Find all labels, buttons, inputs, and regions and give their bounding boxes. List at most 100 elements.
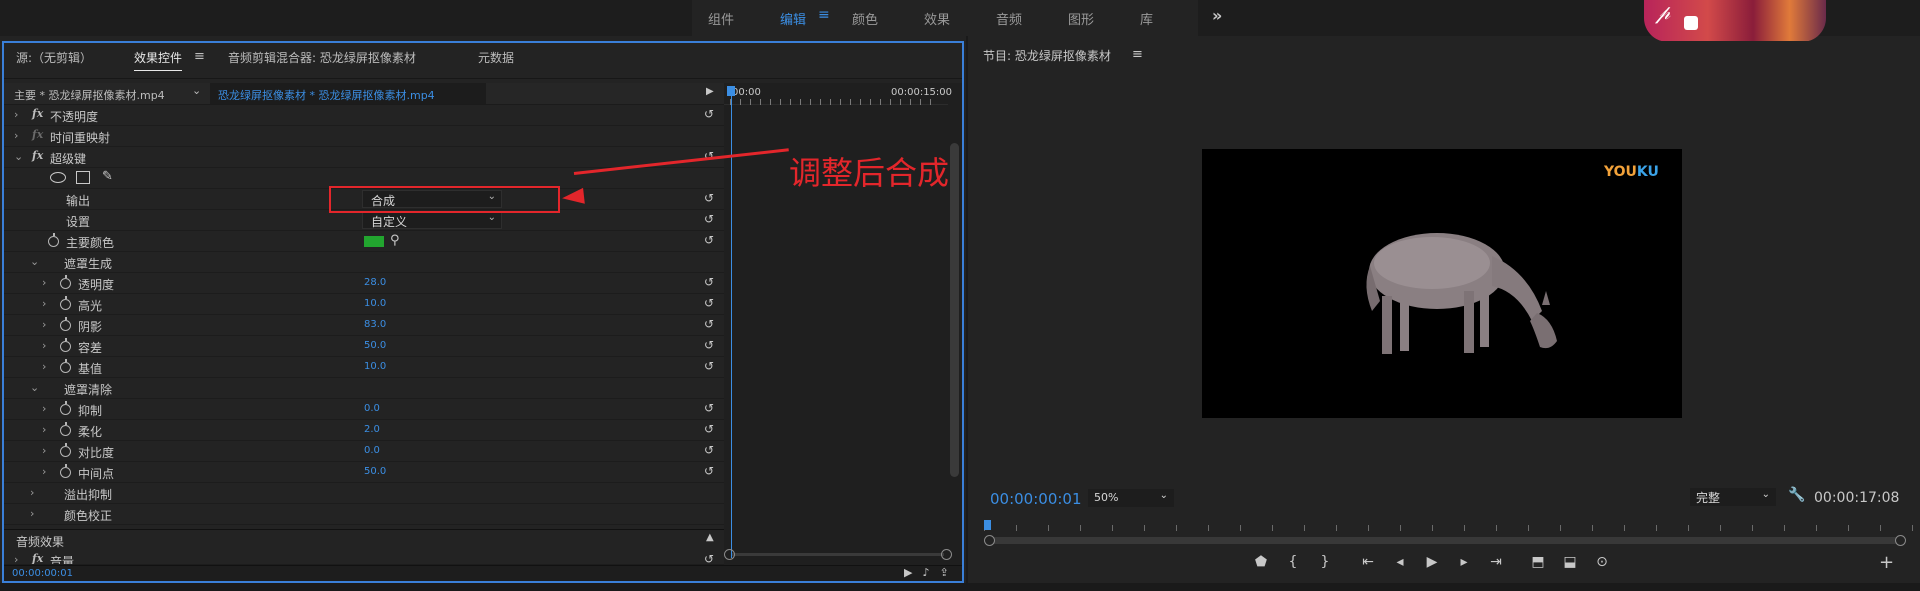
effect-row-volume[interactable]: › fx 音量 ↺ — [4, 550, 724, 565]
tab-source[interactable]: 源:（无剪辑） — [16, 49, 92, 66]
property-value[interactable]: 28.0 — [364, 277, 386, 288]
extract-icon[interactable]: ⬓ — [1560, 554, 1580, 570]
property-value[interactable]: 10.0 — [364, 298, 386, 309]
effect-row-time-remapping[interactable]: › fx 时间重映射 — [4, 126, 724, 147]
property-value[interactable]: 2.0 — [364, 424, 380, 435]
reset-icon[interactable]: ↺ — [704, 191, 714, 205]
effect-row-ultra-key[interactable]: ⌄ fx 超级键 ↺ — [4, 147, 724, 168]
chevron-down-icon[interactable]: ⌄ — [30, 381, 39, 394]
step-back-icon[interactable]: ◂ — [1390, 554, 1410, 570]
resolution-dropdown[interactable]: 完整 ⌄ — [1690, 488, 1776, 506]
property-value[interactable]: 83.0 — [364, 319, 386, 330]
sequence-clip-label[interactable]: 恐龙绿屏抠像素材 * 恐龙绿屏抠像素材.mp4 — [210, 83, 486, 104]
property-value[interactable]: 0.0 — [364, 403, 380, 414]
chevron-right-icon[interactable]: › — [42, 360, 46, 373]
reset-icon[interactable]: ↺ — [704, 317, 714, 331]
workspace-tab-libraries[interactable]: 库 — [1140, 9, 1153, 28]
mark-out-icon[interactable]: } — [1315, 554, 1335, 570]
group-matte-generation[interactable]: ⌄ 遮罩生成 — [4, 252, 724, 273]
panel-title[interactable]: 节目: 恐龙绿屏抠像素材 — [983, 47, 1111, 64]
avatar[interactable]: 𝓅 — [1644, 0, 1826, 42]
fx-icon[interactable]: fx — [32, 107, 43, 120]
reset-icon[interactable]: ↺ — [704, 464, 714, 478]
key-color-swatch[interactable] — [364, 236, 384, 247]
go-to-in-icon[interactable]: ⇤ — [1358, 554, 1378, 570]
pen-mask-icon[interactable]: ✎ — [102, 169, 113, 184]
zoom-dropdown[interactable]: 50% ⌄ — [1088, 489, 1174, 507]
group-color-correction[interactable]: › 颜色校正 — [4, 504, 724, 525]
chevron-right-icon[interactable]: › — [14, 553, 18, 564]
group-spill-suppression[interactable]: › 溢出抑制 — [4, 483, 724, 504]
property-value[interactable]: 50.0 — [364, 340, 386, 351]
stopwatch-icon[interactable] — [60, 296, 71, 310]
ellipse-mask-icon[interactable] — [50, 172, 66, 183]
chevron-right-icon[interactable]: › — [42, 318, 46, 331]
chevron-right-icon[interactable]: › — [30, 507, 34, 520]
workspace-tab-effects[interactable]: 效果 — [924, 9, 950, 28]
tab-audio-clip-mixer[interactable]: 音频剪辑混合器: 恐龙绿屏抠像素材 — [228, 49, 416, 66]
fx-icon[interactable]: fx — [32, 552, 43, 564]
play-triangle-icon[interactable]: ▶ — [706, 86, 714, 97]
reset-icon[interactable]: ↺ — [704, 338, 714, 352]
reset-icon[interactable]: ↺ — [704, 359, 714, 373]
effect-controls-menu-icon[interactable]: ≡ — [194, 49, 205, 64]
chevron-right-icon[interactable]: › — [42, 339, 46, 352]
property-value[interactable]: 0.0 — [364, 445, 380, 456]
chevron-right-icon[interactable]: › — [30, 486, 34, 499]
chevron-right-icon[interactable]: › — [14, 108, 18, 121]
tab-effect-controls[interactable]: 效果控件 — [134, 49, 183, 71]
reset-icon[interactable]: ↺ — [704, 233, 714, 247]
stopwatch-icon[interactable] — [60, 338, 71, 352]
chevron-down-icon[interactable]: ⌄ — [192, 84, 201, 97]
stopwatch-icon[interactable] — [60, 359, 71, 373]
workspace-tab-graphics[interactable]: 图形 — [1068, 9, 1094, 28]
reset-icon[interactable]: ↺ — [704, 212, 714, 226]
chevron-right-icon[interactable]: › — [42, 276, 46, 289]
vertical-scrollbar[interactable] — [950, 143, 959, 477]
chevron-right-icon[interactable]: › — [14, 129, 18, 142]
add-marker-icon[interactable]: ⬟ — [1251, 554, 1271, 570]
current-timecode[interactable]: 00:00:00:01 — [12, 568, 73, 579]
audio-effects-header[interactable]: 音频效果 ▲ — [4, 529, 724, 550]
settings-wrench-icon[interactable]: 🔧 — [1788, 487, 1805, 503]
chevron-down-icon[interactable]: ⌄ — [14, 150, 23, 163]
reset-icon[interactable]: ↺ — [704, 107, 714, 121]
stopwatch-icon[interactable] — [60, 443, 71, 457]
group-matte-cleanup[interactable]: ⌄ 遮罩清除 — [4, 378, 724, 399]
export-frame-camera-icon[interactable]: ⊙ — [1592, 554, 1612, 570]
stopwatch-icon[interactable] — [60, 317, 71, 331]
program-time-ruler[interactable] — [984, 517, 1914, 533]
time-ruler[interactable]: 00:00 00:00:15:00 — [724, 83, 952, 105]
button-editor-plus-icon[interactable]: + — [1879, 552, 1894, 573]
property-value[interactable]: 50.0 — [364, 466, 386, 477]
stopwatch-icon[interactable] — [60, 422, 71, 436]
workspace-menu-icon[interactable]: ≡ — [818, 7, 830, 23]
chevron-right-icon[interactable]: › — [42, 423, 46, 436]
workspace-tab-color[interactable]: 颜色 — [852, 9, 878, 28]
zoom-scrollbar[interactable] — [724, 549, 952, 560]
collapse-triangle-icon[interactable]: ▲ — [706, 532, 714, 543]
rectangle-mask-icon[interactable] — [76, 171, 90, 184]
video-preview[interactable]: YOUKU — [1202, 149, 1682, 418]
step-forward-icon[interactable]: ▸ — [1454, 554, 1474, 570]
chevron-down-icon[interactable]: ⌄ — [30, 255, 39, 268]
eyedropper-icon[interactable]: ⚲ — [390, 233, 400, 248]
export-icons[interactable]: ▶♪⇪ — [904, 566, 959, 579]
play-icon[interactable]: ▶ — [1422, 554, 1442, 570]
reset-icon[interactable]: ↺ — [704, 401, 714, 415]
more-workspaces-icon[interactable]: » — [1212, 6, 1222, 25]
reset-icon[interactable]: ↺ — [704, 275, 714, 289]
playhead-timecode[interactable]: 00:00:00:01 — [990, 490, 1082, 508]
property-value[interactable]: 10.0 — [364, 361, 386, 372]
chevron-right-icon[interactable]: › — [42, 465, 46, 478]
reset-icon[interactable]: ↺ — [704, 296, 714, 310]
stopwatch-icon[interactable] — [60, 275, 71, 289]
reset-icon[interactable]: ↺ — [704, 552, 714, 564]
stopwatch-icon[interactable] — [48, 233, 59, 247]
go-to-out-icon[interactable]: ⇥ — [1486, 554, 1506, 570]
reset-icon[interactable]: ↺ — [704, 422, 714, 436]
lift-icon[interactable]: ⬒ — [1528, 554, 1548, 570]
setting-dropdown[interactable]: 自定义 ⌄ — [362, 211, 502, 229]
mark-in-icon[interactable]: { — [1283, 554, 1303, 570]
chevron-right-icon[interactable]: › — [42, 402, 46, 415]
